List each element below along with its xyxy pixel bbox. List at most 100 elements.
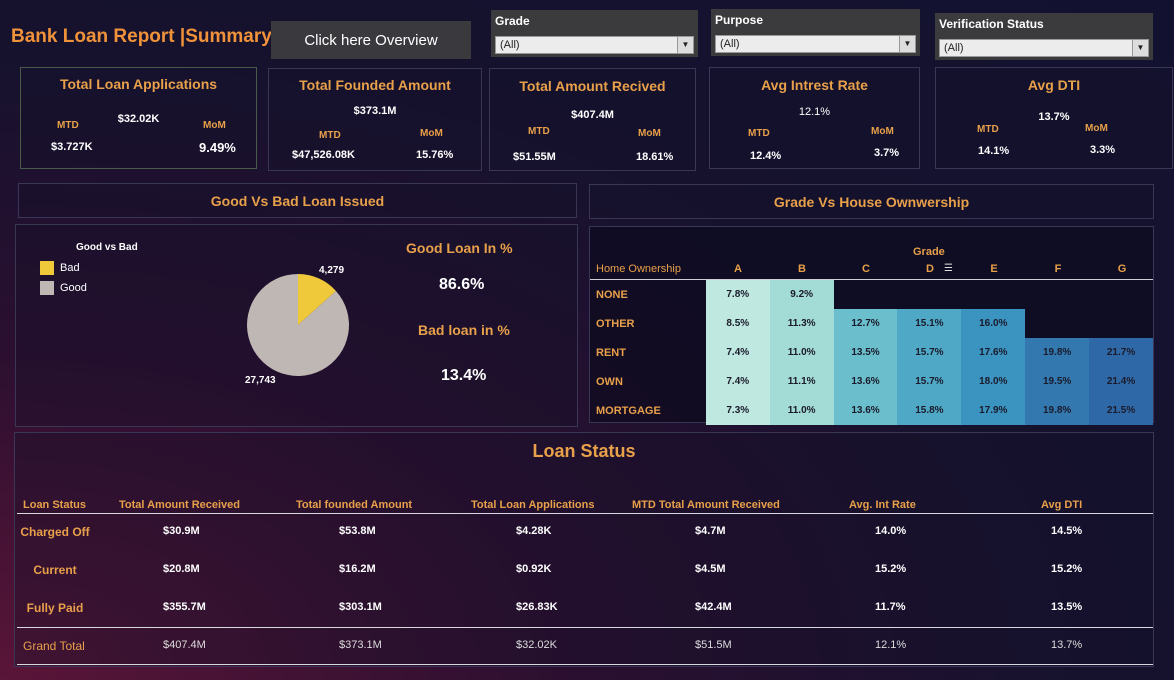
heatmap-section-header: Grade Vs House Ownwership (589, 184, 1154, 219)
sort-icon[interactable]: ☰ (944, 263, 953, 274)
grand-total-cell: 12.1% (875, 639, 907, 651)
kpi-title: Total Amount Recived (519, 78, 666, 94)
loan-status-cell: $0.92K (516, 563, 552, 575)
legend-swatch-good (40, 281, 54, 295)
heatmap-cell[interactable] (834, 280, 898, 309)
heatmap-cell[interactable]: 7.8% (705, 280, 770, 309)
heatmap-cell[interactable]: 7.4% (705, 338, 770, 367)
kpi-title: Avg Intrest Rate (761, 77, 868, 93)
heatmap-cell[interactable]: 15.7% (897, 338, 962, 367)
purpose-select[interactable]: (All) ▼ (715, 35, 916, 53)
heatmap-cell[interactable]: 17.6% (961, 338, 1026, 367)
kpi-total-loan-applications: Total Loan Applications $32.02K MTD $3.7… (20, 67, 257, 169)
heatmap-cell[interactable]: 13.6% (833, 367, 898, 396)
grade-select-value: (All) (500, 39, 520, 51)
heatmap-cell[interactable]: 19.5% (1025, 367, 1090, 396)
heatmap-cell[interactable] (897, 280, 961, 309)
heatmap-column-labels: ABCDEFG (706, 263, 1154, 275)
heatmap-cell[interactable]: 11.3% (769, 309, 834, 338)
heatmap-cell[interactable]: 19.8% (1025, 396, 1090, 425)
heatmap-column-label: G (1117, 263, 1127, 275)
heatmap-cell[interactable]: 17.9% (961, 396, 1026, 425)
loan-status-cell: $16.2M (339, 563, 376, 575)
kpi-mtd-label: MTD (319, 130, 341, 141)
grand-total-cell: 13.7% (1051, 639, 1083, 651)
heatmap-cell[interactable]: 15.7% (897, 367, 962, 396)
pie-label-good: 27,743 (245, 375, 276, 386)
heatmap-cell[interactable]: 11.0% (769, 338, 834, 367)
chevron-down-icon[interactable]: ▼ (1132, 40, 1148, 56)
heatmap-col-header: Grade (913, 246, 945, 258)
kpi-mtd-label: MTD (977, 124, 999, 135)
loan-status-cell: 13.5% (1051, 601, 1083, 613)
kpi-mtd-label: MTD (748, 128, 770, 139)
verification-filter: Verification Status (All) ▼ (935, 13, 1153, 60)
kpi-mom-value: 15.76% (416, 149, 454, 161)
heatmap-cell[interactable]: 7.3% (705, 396, 770, 425)
kpi-title: Avg DTI (1027, 77, 1081, 93)
loan-status-row-label: Fully Paid (26, 601, 84, 615)
heatmap-cell[interactable]: 19.8% (1025, 338, 1090, 367)
kpi-mom-label: MoM (638, 128, 661, 139)
loan-status-cell: 14.0% (875, 525, 907, 537)
kpi-main-value: 13.7% (1038, 111, 1070, 123)
heatmap-cell[interactable] (1025, 280, 1089, 309)
loan-status-cell: $53.8M (339, 525, 376, 537)
heatmap-cell[interactable] (1089, 280, 1153, 309)
heatmap-cell[interactable]: 18.0% (961, 367, 1026, 396)
legend-item-good[interactable]: Good (40, 281, 87, 295)
purpose-filter: Purpose (All) ▼ (711, 9, 920, 56)
heatmap-row: RENT 7.4% 11.0% 13.5% 15.7% 17.6% 19.8% 21.7% (590, 338, 1153, 367)
verification-select[interactable]: (All) ▼ (939, 39, 1149, 57)
loan-status-cell: $42.4M (695, 601, 732, 613)
heatmap-cell[interactable]: 21.7% (1089, 338, 1153, 367)
loan-status-column-header: Avg DTI (1041, 499, 1083, 511)
kpi-mtd-value: $51.55M (513, 151, 556, 163)
legend-item-bad[interactable]: Bad (40, 261, 80, 275)
heatmap-row-label: RENT (596, 346, 626, 359)
loan-status-row-label: Current (33, 563, 77, 577)
heatmap-cell[interactable]: 8.5% (705, 309, 770, 338)
heatmap-column-label: A (734, 263, 742, 275)
heatmap-row-header: Home Ownership (596, 263, 681, 275)
heatmap-cell[interactable]: 16.0% (961, 309, 1026, 338)
heatmap-cell[interactable]: 11.1% (769, 367, 834, 396)
grand-total-label: Grand Total (23, 639, 85, 653)
heatmap-cell[interactable]: 7.4% (705, 367, 770, 396)
loan-status-cell: $4.7M (695, 525, 726, 537)
grand-total-cell: $407.4M (163, 639, 206, 651)
overview-button[interactable]: Click here Overview (271, 21, 471, 59)
kpi-title: Total Founded Amount (299, 77, 451, 93)
chevron-down-icon[interactable]: ▼ (677, 37, 693, 53)
heatmap-cell[interactable]: 15.8% (897, 396, 962, 425)
chevron-down-icon[interactable]: ▼ (899, 36, 915, 52)
page-title: Bank Loan Report |Summary (11, 26, 272, 47)
kpi-mom-label: MoM (1085, 123, 1108, 134)
loan-status-cell: $30.9M (163, 525, 200, 537)
heatmap-cell[interactable]: 11.0% (769, 396, 834, 425)
heatmap-cell[interactable]: 15.1% (897, 309, 962, 338)
heatmap-cell[interactable] (1089, 309, 1153, 338)
kpi-mom-label: MoM (871, 126, 894, 137)
heatmap-cell[interactable]: 9.2% (769, 280, 834, 309)
heatmap-column-label: E (990, 263, 998, 275)
heatmap-row-label: OTHER (596, 317, 635, 330)
divider (17, 627, 1153, 628)
heatmap-cell[interactable]: 21.5% (1089, 396, 1153, 425)
heatmap-cell[interactable]: 13.6% (833, 396, 898, 425)
verification-select-value: (All) (944, 42, 964, 54)
kpi-title: Total Loan Applications (59, 76, 218, 92)
heatmap-column-label: C (862, 263, 870, 275)
grade-select[interactable]: (All) ▼ (495, 36, 694, 54)
pie-chart (247, 274, 349, 376)
heatmap-cell[interactable]: 12.7% (833, 309, 898, 338)
loan-status-row-label: Charged Off (20, 525, 90, 539)
kpi-mom-value: 9.49% (199, 140, 236, 155)
heatmap-cell[interactable]: 21.4% (1089, 367, 1153, 396)
heatmap-cell[interactable] (1025, 309, 1089, 338)
heatmap-cell[interactable] (961, 280, 1025, 309)
loan-status-cell: $355.7M (163, 601, 206, 613)
heatmap-cell[interactable]: 13.5% (833, 338, 898, 367)
grand-total-cell: $32.02K (516, 639, 557, 651)
good-loan-pct-label: Good Loan In % (406, 240, 513, 256)
